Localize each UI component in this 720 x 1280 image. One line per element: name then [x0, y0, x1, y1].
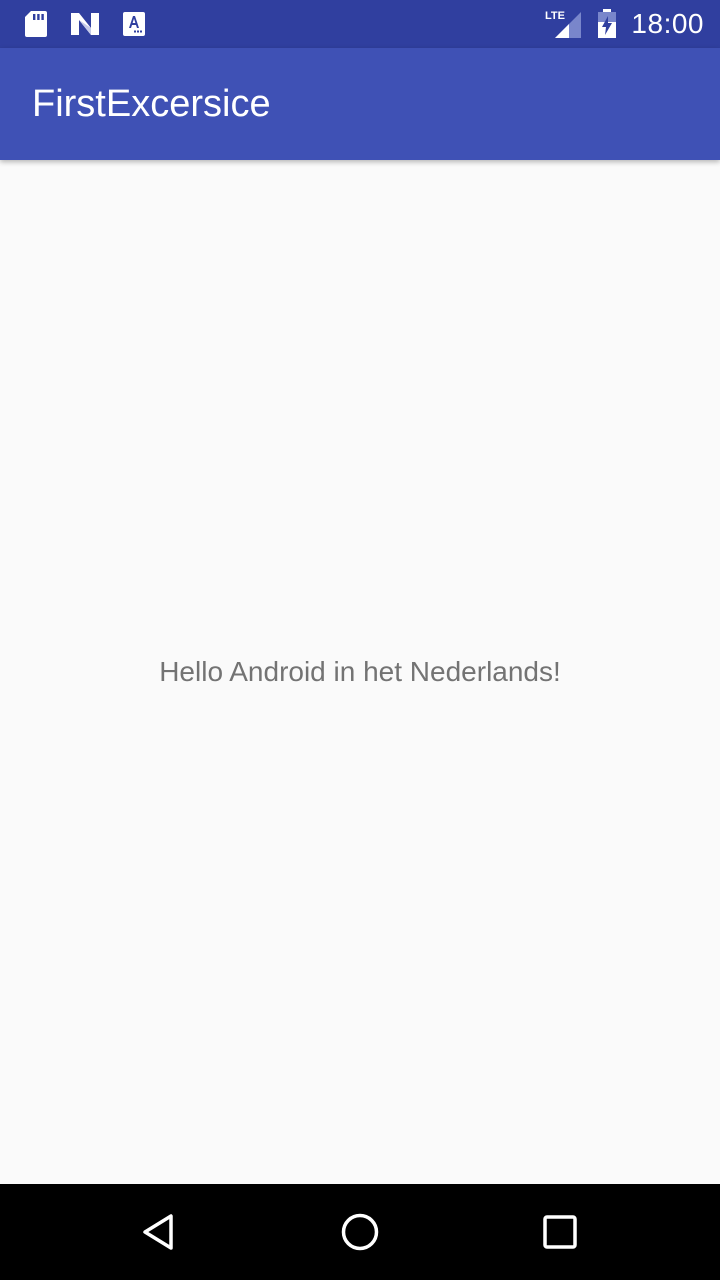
notification-icons — [24, 10, 146, 38]
sd-card-icon — [24, 10, 48, 38]
recents-square-icon — [543, 1215, 577, 1249]
home-button[interactable] — [312, 1184, 408, 1280]
home-circle-icon — [341, 1213, 379, 1251]
system-status-icons: LTE 18:00 — [545, 0, 704, 48]
status-bar: LTE 18:00 — [0, 0, 720, 48]
network-type-label: LTE — [545, 10, 565, 22]
hello-text: Hello Android in het Nederlands! — [159, 656, 561, 687]
back-triangle-icon — [143, 1214, 173, 1250]
back-button[interactable] — [112, 1184, 208, 1280]
app-title: FirstExcersice — [32, 83, 271, 125]
clock: 18:00 — [631, 8, 704, 39]
recents-button[interactable] — [512, 1184, 608, 1280]
n-notification-icon — [70, 11, 100, 37]
battery-charging-icon — [597, 9, 617, 39]
navigation-bar — [0, 1184, 720, 1280]
app-bar: FirstExcersice — [0, 48, 720, 160]
lte-signal-icon: LTE — [545, 8, 583, 40]
a-notification-icon — [122, 11, 146, 37]
main-content: Hello Android in het Nederlands! — [0, 160, 720, 1184]
